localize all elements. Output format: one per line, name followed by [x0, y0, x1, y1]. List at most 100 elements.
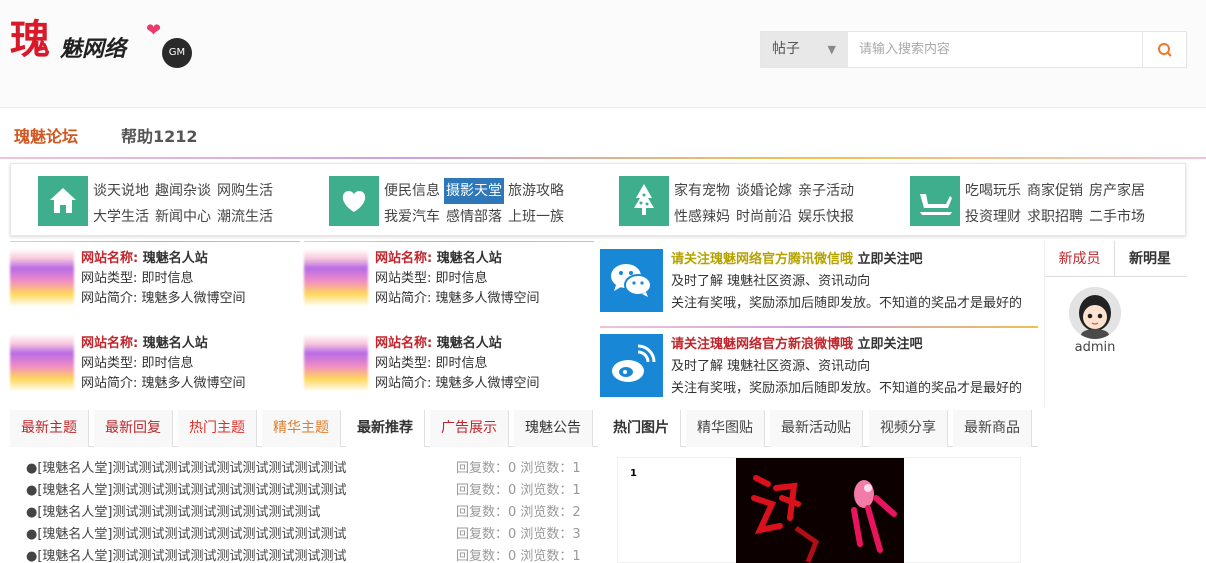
category-link[interactable]: 时尚前沿	[736, 204, 792, 230]
category-link[interactable]: 性感辣妈	[674, 204, 730, 230]
category-link[interactable]: 新闻中心	[155, 204, 211, 230]
site-desc: 网站简介: 瑰魅多人微博空间	[375, 291, 540, 306]
slide-index[interactable]: 1	[630, 468, 637, 479]
search-icon	[1158, 43, 1172, 57]
search-category-select[interactable]: 帖子 ▼	[761, 32, 848, 67]
category-link[interactable]: 摄影天堂	[444, 178, 504, 204]
tab-ads[interactable]: 广告展示	[430, 410, 509, 447]
site-name-label: 网站名称:	[375, 251, 433, 266]
tab-latest-events[interactable]: 最新活动贴	[770, 410, 863, 447]
slide-image[interactable]	[736, 458, 904, 563]
site-card[interactable]: 网站名称: 瑰魅名人站 网站类型: 即时信息 网站简介: 瑰魅多人微博空间	[10, 326, 300, 406]
category-link[interactable]: 感情部落	[446, 204, 502, 230]
category-link[interactable]: 大学生活	[93, 204, 149, 230]
site-desc: 网站简介: 瑰魅多人微博空间	[81, 291, 246, 306]
thread-title[interactable]: ●[瑰魅名人堂]测试测试测试测试测试测试测试测试测试	[26, 524, 347, 546]
category-link[interactable]: 便民信息	[384, 178, 440, 204]
thread-stats: 回复数：0 浏览数：1	[456, 461, 581, 476]
thread-stats: 回复数：0 浏览数：1	[456, 483, 581, 498]
member-username[interactable]: admin	[1069, 340, 1121, 355]
thread-title[interactable]: ●[瑰魅名人堂]测试测试测试测试测试测试测试测试测试	[26, 458, 347, 480]
nav-item-forum[interactable]: 瑰魅论坛	[14, 123, 78, 147]
logo-heart-icon: ❤	[146, 20, 162, 41]
tab-hot-images[interactable]: 热门图片	[602, 410, 681, 447]
thread-stats: 回复数：0 浏览数：2	[456, 505, 581, 520]
site-type: 网站类型: 即时信息	[375, 271, 488, 286]
follow-panel: 请关注瑰魅网络官方腾讯微信哦 立即关注吧 及时了解 瑰魅社区资源、资讯动向 关注…	[600, 241, 1038, 407]
thread-title[interactable]: ●[瑰魅名人堂]测试测试测试测试测试测试测试测试	[26, 502, 321, 524]
site-type: 网站类型: 即时信息	[375, 356, 488, 371]
site-card[interactable]: 网站名称: 瑰魅名人站 网站类型: 即时信息 网站简介: 瑰魅多人微博空间	[304, 241, 594, 321]
thread-stats: 回复数：0 浏览数：1	[456, 549, 581, 563]
thread-title[interactable]: ●[瑰魅名人堂]测试测试测试测试测试测试测试测试测试	[26, 480, 347, 502]
category-link[interactable]: 二手市场	[1089, 204, 1145, 230]
site-thumbnail[interactable]	[304, 249, 368, 313]
site-thumbnail[interactable]	[10, 249, 74, 313]
category-link[interactable]: 我爱汽车	[384, 204, 440, 230]
follow-action[interactable]: 立即关注吧	[858, 337, 923, 352]
tab-latest-topics[interactable]: 最新主题	[10, 410, 89, 447]
search-bar: 帖子 ▼	[760, 31, 1187, 68]
category-link[interactable]: 谈婚论嫁	[736, 178, 792, 204]
category-link[interactable]: 谈天说地	[93, 178, 149, 204]
follow-action[interactable]: 立即关注吧	[858, 252, 923, 267]
site-logo[interactable]: 瑰 魅网络 ❤ GM	[10, 16, 192, 72]
follow-title[interactable]: 请关注瑰魅网络官方新浪微博哦	[671, 337, 853, 352]
site-name-label: 网站名称:	[375, 336, 433, 351]
category-link[interactable]: 娱乐快报	[798, 204, 854, 230]
site-desc: 网站简介: 瑰魅多人微博空间	[375, 376, 540, 391]
site-name[interactable]: 瑰魅名人站	[437, 251, 502, 266]
tab-latest-products[interactable]: 最新商品	[953, 410, 1032, 447]
category-link[interactable]: 投资理财	[965, 204, 1021, 230]
category-link[interactable]: 商家促销	[1027, 178, 1083, 204]
tab-new-stars[interactable]: 新明星	[1115, 241, 1185, 277]
site-name[interactable]: 瑰魅名人站	[143, 251, 208, 266]
category-link[interactable]: 亲子活动	[798, 178, 854, 204]
avatar[interactable]	[1069, 287, 1121, 339]
category-panel: 谈天说地 趣闻杂谈 网购生活 大学生活 新闻中心 潮流生活 便民信息 摄影天堂 旅游攻略 我…	[10, 163, 1186, 236]
follow-line: 及时了解 瑰魅社区资源、资讯动向	[671, 274, 871, 289]
tab-new-members[interactable]: 新成员	[1045, 241, 1115, 277]
tab-latest-replies[interactable]: 最新回复	[94, 410, 173, 447]
category-link[interactable]: 网购生活	[217, 178, 273, 204]
hot-image-slider: 1	[617, 457, 1021, 563]
tab-announcements[interactable]: 瑰魅公告	[514, 410, 593, 447]
category-link[interactable]: 求职招聘	[1027, 204, 1083, 230]
tab-featured-topics[interactable]: 精华主题	[262, 410, 341, 447]
site-card[interactable]: 网站名称: 瑰魅名人站 网站类型: 即时信息 网站简介: 瑰魅多人微博空间	[304, 326, 594, 406]
weibo-icon[interactable]	[600, 334, 663, 397]
site-card[interactable]: 网站名称: 瑰魅名人站 网站类型: 即时信息 网站简介: 瑰魅多人微博空间	[10, 241, 300, 321]
nav-item-help[interactable]: 帮助1212	[121, 123, 198, 147]
category-link[interactable]: 潮流生活	[217, 204, 273, 230]
members-panel: 新成员 新明星 admin	[1044, 241, 1187, 407]
site-thumbnail[interactable]	[10, 334, 74, 398]
list-item: ●[瑰魅名人堂]测试测试测试测试测试测试测试测试测试 回复数：0 浏览数：1	[26, 546, 586, 563]
media-tabs: 热门图片 精华图贴 最新活动贴 视频分享 最新商品	[602, 410, 1038, 447]
site-name[interactable]: 瑰魅名人站	[143, 336, 208, 351]
category-link[interactable]: 旅游攻略	[508, 178, 564, 204]
search-button[interactable]	[1142, 32, 1186, 67]
search-input[interactable]	[849, 32, 1143, 67]
thread-tabs: 最新主题 最新回复 热门主题 精华主题 最新推荐 广告展示 瑰魅公告	[10, 410, 598, 447]
list-item: ●[瑰魅名人堂]测试测试测试测试测试测试测试测试测试 回复数：0 浏览数：3	[26, 524, 586, 546]
tab-recommended[interactable]: 最新推荐	[346, 410, 425, 447]
category-link[interactable]: 吃喝玩乐	[965, 178, 1021, 204]
thread-stats: 回复数：0 浏览数：3	[456, 527, 581, 542]
category-link[interactable]: 上班一族	[508, 204, 564, 230]
tab-featured-images[interactable]: 精华图贴	[686, 410, 765, 447]
tab-hot-topics[interactable]: 热门主题	[178, 410, 257, 447]
follow-weibo: 请关注瑰魅网络官方新浪微博哦 立即关注吧 及时了解 瑰魅社区资源、资讯动向 关注…	[600, 326, 1038, 410]
follow-title[interactable]: 请关注瑰魅网络官方腾讯微信哦	[671, 252, 853, 267]
logo-main-char: 瑰	[10, 16, 50, 63]
site-thumbnail[interactable]	[304, 334, 368, 398]
category-link[interactable]: 趣闻杂谈	[155, 178, 211, 204]
site-name[interactable]: 瑰魅名人站	[437, 336, 502, 351]
thread-title[interactable]: ●[瑰魅名人堂]测试测试测试测试测试测试测试测试测试	[26, 546, 347, 563]
tab-video-share[interactable]: 视频分享	[869, 410, 948, 447]
main-nav: 瑰魅论坛 帮助1212	[0, 109, 1206, 158]
heart-icon	[329, 176, 379, 226]
wechat-icon[interactable]	[600, 249, 663, 312]
category-link[interactable]: 家有宠物	[674, 178, 730, 204]
list-item: ●[瑰魅名人堂]测试测试测试测试测试测试测试测试 回复数：0 浏览数：2	[26, 502, 586, 524]
category-link[interactable]: 房产家居	[1089, 178, 1145, 204]
